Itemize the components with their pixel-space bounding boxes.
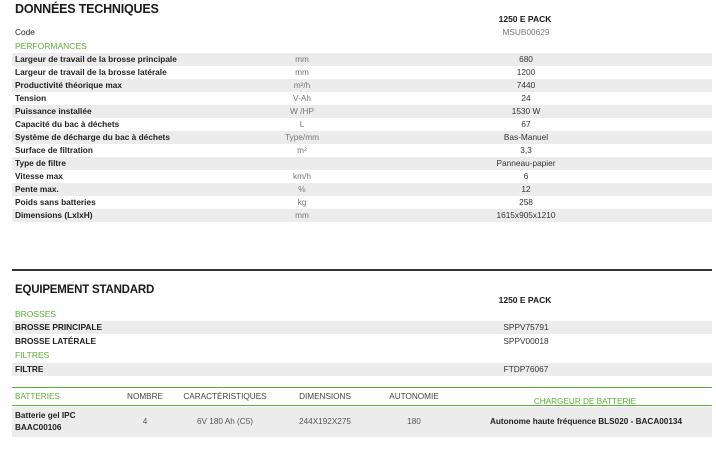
battery-autonomie: 180 bbox=[407, 417, 421, 426]
tech-row: Système de décharge du bac à déchets Type… bbox=[12, 131, 712, 144]
equip-title: EQUIPEMENT STANDARD bbox=[15, 284, 155, 296]
tech-row-label: Surface de filtration bbox=[15, 145, 93, 155]
filtre-row: FILTRE FTDP76067 bbox=[12, 363, 712, 376]
brosse-principale-label: BROSSE PRINCIPALE bbox=[15, 322, 102, 332]
autonomie-header: AUTONOMIE bbox=[389, 392, 439, 401]
code-value: MSUB00629 bbox=[502, 27, 550, 37]
equip-model-header: 1250 E PACK bbox=[498, 295, 552, 305]
tech-row-unit: L bbox=[299, 119, 305, 129]
tech-row: Vitesse max km/h 6 bbox=[12, 170, 712, 183]
tech-row-label: Vitesse max bbox=[15, 171, 63, 181]
tech-row-unit: Type/mm bbox=[284, 132, 320, 142]
brosse-laterale-label: BROSSE LATÉRALE bbox=[15, 336, 96, 346]
battery-dimensions: 244X192X275 bbox=[299, 417, 351, 426]
tech-row: Tension V-Ah 24 bbox=[12, 92, 712, 105]
nombre-header: NOMBRE bbox=[127, 392, 163, 401]
tech-row-unit: W /HP bbox=[290, 106, 314, 116]
tech-row-label: Pente max. bbox=[15, 184, 59, 194]
tech-row-label: Poids sans batteries bbox=[15, 197, 96, 207]
tech-row-value: Panneau-papier bbox=[496, 158, 556, 168]
tech-row-value: 6 bbox=[523, 171, 529, 181]
tech-row-unit: mm bbox=[295, 67, 309, 77]
performances-heading: PERFORMANCES bbox=[15, 41, 87, 51]
tech-row-unit: mm bbox=[295, 210, 309, 220]
battery-chargeur: Autonome haute fréquence BLS020 - BACA00… bbox=[490, 417, 682, 426]
battery-row: Batterie gel IPC BAAC00106 4 6V 180 Ah (… bbox=[12, 407, 712, 437]
tech-row-label: Tension bbox=[15, 93, 47, 103]
tech-title: DONNÉES TECHNIQUES bbox=[15, 2, 159, 16]
tech-row: Largeur de travail de la brosse latérale… bbox=[12, 66, 712, 79]
tech-row: Largeur de travail de la brosse principa… bbox=[12, 53, 712, 66]
tech-row-label: Système de décharge du bac à déchets bbox=[15, 132, 170, 142]
dimensions-header: DIMENSIONS bbox=[299, 392, 351, 401]
tech-row: Surface de filtration m² 3,3 bbox=[12, 144, 712, 157]
brosses-heading: BROSSES bbox=[15, 309, 57, 319]
section-divider bbox=[12, 269, 712, 271]
tech-row-label: Largeur de travail de la brosse principa… bbox=[15, 54, 177, 64]
tech-row-label: Largeur de travail de la brosse latérale bbox=[15, 67, 167, 77]
tech-row-label: Dimensions (LxlxH) bbox=[15, 210, 93, 220]
tech-row: Dimensions (LxlxH) mm 1615x905x1210 bbox=[12, 209, 712, 222]
tech-row-label: Puissance installée bbox=[15, 106, 92, 116]
batteries-header-line bbox=[12, 405, 712, 406]
brosse-laterale-row: BROSSE LATÉRALE SPPV00018 bbox=[12, 335, 712, 348]
tech-row-value: 258 bbox=[519, 197, 533, 207]
brosse-principale-row: BROSSE PRINCIPALE SPPV75791 bbox=[12, 321, 712, 334]
tech-row-value: 67 bbox=[521, 119, 531, 129]
brosse-principale-value: SPPV75791 bbox=[503, 322, 549, 332]
tech-row-value: 12 bbox=[521, 184, 531, 194]
tech-row-unit: m² bbox=[297, 145, 307, 155]
tech-row: Capacité du bac à déchets L 67 bbox=[12, 118, 712, 131]
tech-row-unit: km/h bbox=[293, 171, 311, 181]
tech-row-value: 1530 W bbox=[511, 106, 541, 116]
tech-row-unit: mm bbox=[295, 54, 309, 64]
tech-row-value: 3,3 bbox=[520, 145, 532, 155]
tech-row: Poids sans batteries kg 258 bbox=[12, 196, 712, 209]
tech-row-value: 7440 bbox=[516, 80, 536, 90]
tech-row: Type de filtre Panneau-papier bbox=[12, 157, 712, 170]
tech-row-value: 1200 bbox=[516, 67, 536, 77]
battery-caracteristiques: 6V 180 Ah (C5) bbox=[197, 417, 253, 426]
code-row: Code MSUB00629 bbox=[12, 26, 712, 39]
tech-row: Pente max.% 12 bbox=[12, 183, 712, 196]
tech-row-value: 24 bbox=[521, 93, 531, 103]
tech-row-unit: V-Ah bbox=[293, 93, 311, 103]
tech-row-unit: % bbox=[298, 184, 306, 194]
tech-row-value: 680 bbox=[519, 54, 533, 64]
tech-row-label: Productivité théorique max bbox=[15, 80, 122, 90]
tech-row-value: 1615x905x1210 bbox=[496, 210, 556, 220]
batteries-header: BATTERIES bbox=[15, 392, 60, 401]
battery-nombre: 4 bbox=[142, 417, 148, 426]
tech-row: Productivité théorique max m²/h 7440 bbox=[12, 79, 712, 92]
tech-row-unit: m²/h bbox=[293, 80, 311, 90]
batteries-top-line bbox=[12, 387, 712, 388]
tech-model-header: 1250 E PACK bbox=[498, 14, 552, 24]
tech-row-label: Capacité du bac à déchets bbox=[15, 119, 120, 129]
filtres-heading: FILTRES bbox=[15, 350, 50, 360]
caracteristiques-header: CARACTÉRISTIQUES bbox=[183, 392, 267, 401]
tech-row: Puissance installée W /HP 1530 W bbox=[12, 105, 712, 118]
filtre-label: FILTRE bbox=[15, 364, 44, 374]
battery-name: Batterie gel IPC bbox=[15, 411, 76, 420]
battery-code: BAAC00106 bbox=[15, 423, 62, 432]
code-label: Code bbox=[15, 27, 35, 37]
tech-row-label: Type de filtre bbox=[15, 158, 67, 168]
tech-row-value: Bas-Manuel bbox=[503, 132, 549, 142]
tech-row-unit: kg bbox=[297, 197, 307, 207]
filtre-value: FTDP76067 bbox=[503, 364, 549, 374]
brosse-laterale-value: SPPV00018 bbox=[503, 336, 549, 346]
